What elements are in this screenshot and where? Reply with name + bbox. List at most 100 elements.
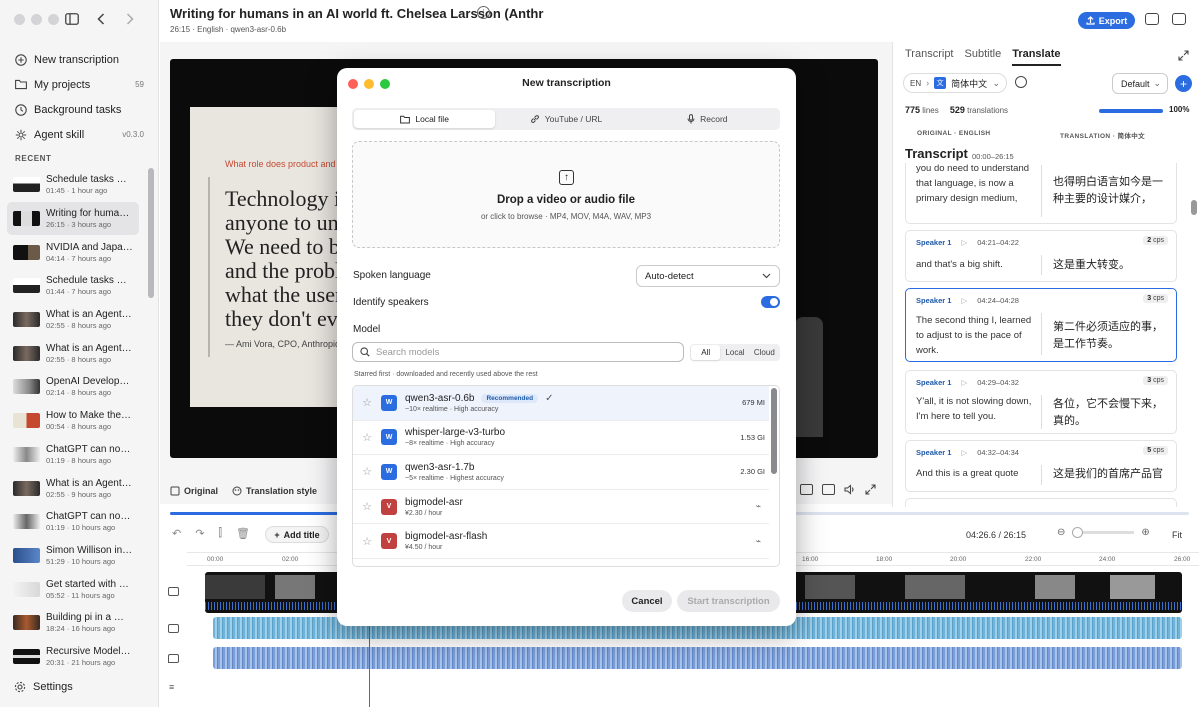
trash-icon[interactable]: 🗑	[236, 527, 250, 540]
redo-icon[interactable]: ↷	[195, 527, 204, 540]
zoom-slider-knob[interactable]	[1072, 527, 1084, 538]
play-icon[interactable]: ▷	[961, 238, 967, 247]
spoken-language-select[interactable]: Auto-detect	[636, 265, 780, 287]
preset-dropdown[interactable]: Default ⌄	[1112, 73, 1168, 94]
segment-card[interactable]	[905, 498, 1177, 507]
panel-toggle-icon[interactable]	[1172, 13, 1186, 25]
segment-translation-text[interactable]: 第二件必须适应的事，是工作节奏。	[1053, 318, 1168, 352]
play-icon[interactable]: ▷	[961, 296, 967, 305]
recent-item[interactable]: Building pi in a Wor… 18:24 · 16 hours ag…	[7, 606, 139, 640]
recent-item[interactable]: ChatGPT can now c…01:19 · 8 hours ago	[7, 438, 139, 472]
recent-item[interactable]: What is an Agentic… 02:55 · 8 hours ago	[7, 336, 139, 370]
segment-translation-text[interactable]: 各位，它不会慢下来，真的。	[1053, 395, 1168, 429]
start-transcription-button[interactable]: Start transcription	[677, 590, 780, 612]
back-arrow-icon[interactable]	[93, 11, 109, 27]
minimize-window-button[interactable]	[31, 14, 42, 25]
speaker-label[interactable]: Speaker 1	[916, 448, 951, 457]
recent-item[interactable]: OpenAI Developers…02:14 · 8 hours ago	[7, 370, 139, 404]
recent-item[interactable]: NVIDIA and Japan:… 04:14 · 7 hours ago	[7, 235, 139, 269]
api-key-icon[interactable]: ⌁	[756, 536, 761, 547]
star-icon[interactable]: ☆	[353, 500, 381, 513]
original-button[interactable]: Original	[170, 486, 218, 496]
zoom-window-button[interactable]	[48, 14, 59, 25]
close-window-button[interactable]	[14, 14, 25, 25]
zoom-out-icon[interactable]: ⊖	[1057, 527, 1065, 538]
segment-original-text[interactable]: Y'all, it is not slowing down, I'm here …	[916, 394, 1041, 424]
search-icon[interactable]	[1015, 76, 1027, 88]
segment-original-text[interactable]: And this is a great quote	[916, 466, 1034, 481]
model-row[interactable]: ☆ W whisper-large-v3-turbo ~8× realtime …	[353, 421, 769, 456]
segment-card-active[interactable]: Speaker 1 ▷ 04:24–04:28 3 cps The second…	[905, 288, 1177, 362]
tab-subtitle[interactable]: Subtitle	[965, 48, 1002, 66]
sidebar-item-background-tasks[interactable]: Background tasks	[8, 97, 150, 122]
translation-style-button[interactable]: Translation style	[232, 486, 317, 496]
recent-item[interactable]: Schedule tasks wit… 01:45 · 1 hour ago	[7, 168, 139, 202]
caption-icon[interactable]	[822, 484, 835, 495]
split-icon[interactable]: ⫿	[218, 527, 222, 540]
segment-card[interactable]: Speaker 1 ▷ 04:21–04:22 2 cps and that's…	[905, 230, 1177, 282]
zoom-in-icon[interactable]: ⊕	[1141, 527, 1149, 538]
api-key-icon[interactable]: ⌁	[756, 501, 761, 512]
recent-item[interactable]: Schedule tasks wit… 01:44 · 7 hours ago	[7, 269, 139, 303]
volume-icon[interactable]	[844, 484, 856, 495]
recent-item[interactable]: Recursive Model I… 20:31 · 21 hours ago	[7, 640, 139, 674]
segment-card[interactable]: you do need to understand that language,…	[905, 163, 1177, 224]
expand-icon[interactable]	[1178, 50, 1189, 61]
filter-cloud[interactable]: Cloud	[750, 345, 779, 360]
language-selector[interactable]: EN › 文 简体中文 ⌄	[903, 73, 1007, 93]
recent-item[interactable]: What is an Agentic… 02:55 · 9 hours ago	[7, 471, 139, 505]
undo-icon[interactable]: ↶	[172, 527, 181, 540]
sidebar-item-my-projects[interactable]: My projects 59	[8, 72, 150, 97]
segment-translation-text[interactable]: 这是我们的首席产品官	[1053, 465, 1168, 482]
model-row[interactable]: ☆ V bigmodel-asr ¥2.30 / hour ⌁	[353, 490, 769, 525]
recent-item[interactable]: How to Make the M… 00:54 · 8 hours ago	[7, 404, 139, 438]
model-row[interactable]: ☆ W qwen3-asr-1.7b ~5× realtime · Highes…	[353, 455, 769, 490]
segment-card[interactable]: Speaker 1 ▷ 04:32–04:34 5 cps And this i…	[905, 440, 1177, 492]
file-drop-zone[interactable]: ↑ Drop a video or audio file or click to…	[352, 141, 780, 248]
play-icon[interactable]: ▷	[961, 448, 967, 457]
segment-card[interactable]: Speaker 1 ▷ 04:29–04:32 3 cps Y'all, it …	[905, 370, 1177, 434]
recent-item[interactable]: Simon Willison in c… 51:29 · 10 hours ago	[7, 539, 139, 573]
panel-scrollbar[interactable]	[1191, 200, 1197, 215]
sidebar-scrollbar[interactable]	[148, 168, 154, 298]
sidebar-item-new-transcription[interactable]: New transcription	[8, 47, 150, 72]
add-language-button[interactable]: +	[1175, 75, 1192, 92]
tab-transcript[interactable]: Transcript	[905, 48, 954, 66]
play-icon[interactable]: ▷	[961, 378, 967, 387]
source-record[interactable]: Record	[637, 110, 778, 128]
segment-translation-text[interactable]: 这是重大转变。	[1053, 256, 1168, 273]
sidebar-item-agent-skill[interactable]: Agent skill v0.3.0	[8, 122, 150, 147]
model-row[interactable]: ☆ V bigmodel-asr-flash ¥4.50 / hour ⌁	[353, 524, 769, 559]
model-search-input[interactable]: Search models	[352, 342, 684, 362]
layout-icon[interactable]	[1145, 13, 1159, 25]
star-icon[interactable]: ☆	[353, 465, 381, 478]
fullscreen-icon[interactable]	[865, 484, 876, 495]
segment-original-text[interactable]: and that's a big shift.	[916, 257, 1034, 272]
speaker-label[interactable]: Speaker 1	[916, 378, 951, 387]
settings-button[interactable]: Settings	[14, 681, 73, 693]
sidebar-toggle-icon[interactable]	[64, 11, 80, 27]
export-button[interactable]: Export	[1078, 12, 1135, 29]
subtitle-overlay-icon[interactable]	[800, 484, 813, 495]
segment-original-text[interactable]: The second thing I, learned to adjust to…	[916, 313, 1034, 358]
add-title-button[interactable]: + Add title	[265, 526, 329, 543]
star-icon[interactable]: ☆	[353, 396, 381, 409]
filter-all[interactable]: All	[691, 345, 721, 360]
identify-speakers-toggle[interactable]	[761, 296, 780, 308]
fit-button[interactable]: Fit	[1172, 530, 1182, 540]
info-icon[interactable]: i	[477, 6, 490, 19]
speaker-label[interactable]: Speaker 1	[916, 296, 951, 305]
recent-item[interactable]: What is an Agentic… 02:55 · 8 hours ago	[7, 303, 139, 337]
model-list-scrollbar[interactable]	[771, 388, 777, 474]
speaker-label[interactable]: Speaker 1	[916, 238, 951, 247]
translation-track[interactable]	[213, 647, 1182, 669]
forward-arrow-icon[interactable]	[122, 11, 138, 27]
tab-translate[interactable]: Translate	[1012, 48, 1061, 66]
cancel-button[interactable]: Cancel	[622, 590, 672, 612]
star-icon[interactable]: ☆	[353, 431, 381, 444]
segment-original-text[interactable]: you do need to understand that language,…	[916, 161, 1034, 206]
filter-local[interactable]: Local	[720, 345, 749, 360]
zoom-slider[interactable]	[1072, 527, 1135, 538]
star-icon[interactable]: ☆	[353, 535, 381, 548]
source-local-file[interactable]: Local file	[354, 110, 496, 128]
